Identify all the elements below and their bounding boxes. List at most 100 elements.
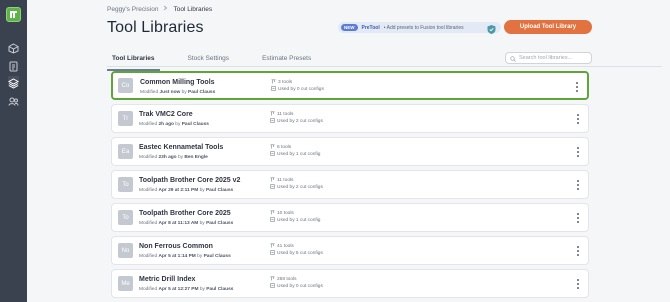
modified-when: Apr 5 at 1:14 PM [158,254,196,259]
modified-by: Paul Clauss [203,254,231,259]
tool-icon [271,79,276,86]
breadcrumb-root[interactable]: Peggy's Precision [107,6,158,13]
library-name[interactable]: Common Milling Tools [140,79,215,86]
upload-tool-library-button[interactable]: Upload Tool Library [504,20,592,34]
more-options-icon[interactable] [576,114,580,124]
modified-by: Paul Clauss [206,221,234,226]
library-modified: Modified Apr 8 at 11:13 AM by Paul Claus… [139,221,233,226]
more-options-icon[interactable] [575,82,579,92]
more-options-icon[interactable] [576,213,580,223]
document-icon[interactable] [8,59,19,72]
config-icon [270,250,275,257]
config-icon [270,184,275,191]
layers-icon[interactable] [7,76,20,89]
library-card[interactable]: No Non Ferrous Common Modified Apr 5 at … [111,236,589,265]
shield-icon[interactable] [486,22,497,34]
tab-stock-settings[interactable]: Stock Settings [183,53,235,67]
library-meta: 11 tools Used by 2 cut configs [270,177,323,191]
tool-count: 258 tools [277,277,297,282]
modified-when: Apr 5 at 12:27 PM [158,287,199,292]
more-options-icon[interactable] [576,147,580,157]
library-name[interactable]: Non Ferrous Common [139,243,213,250]
tool-icon [270,276,275,283]
library-card[interactable]: Tr Trak VMC2 Core Modified 2h ago by Pau… [111,104,589,133]
search-box[interactable] [505,52,592,64]
library-list: Co Common Milling Tools Modified Just no… [111,71,589,302]
modified-when: 23h ago [158,155,177,160]
breadcrumb: Peggy's Precision Tool Libraries [107,5,212,13]
more-options-icon[interactable] [576,246,580,256]
config-icon [271,86,276,93]
breadcrumb-current: Tool Libraries [173,5,213,13]
library-modified: Modified 23h ago by Ben Engle [139,155,208,160]
config-usage: Used by 2 cut configs [277,119,323,124]
library-card[interactable]: Me Metric Drill Index Modified Apr 5 at … [111,269,589,298]
logo-icon[interactable] [6,7,21,22]
tool-icon [270,177,275,184]
tab-tool-libraries[interactable]: Tool Libraries [107,53,160,71]
search-icon [510,49,516,67]
tool-icon [270,144,275,151]
page-title: Tool Libraries [107,19,204,36]
modified-prefix: Modified [139,287,158,292]
config-icon [270,118,275,125]
modified-when: Apr 8 at 11:13 AM [158,221,199,226]
library-meta: 11 tools Used by 2 cut configs [270,111,323,125]
modified-prefix: Modified [140,90,159,95]
tool-icon [270,111,275,118]
search-input[interactable] [519,55,589,61]
library-card[interactable]: Ea Eastec Kennametal Tools Modified 23h … [111,137,589,166]
library-avatar: Ea [118,144,133,159]
library-modified: Modified Apr 5 at 1:14 PM by Paul Clauss [139,254,231,259]
modified-by-word: by [177,155,184,160]
modified-by-word: by [181,90,187,95]
modified-by: Paul Clauss [206,287,234,292]
pretool-promo[interactable]: NEW PreTool • Add presets to Fusion tool… [338,22,501,33]
library-modified: Modified 2h ago by Paul Clauss [139,122,209,127]
library-card[interactable]: To Toolpath Brother Core 2025 v2 Modifie… [111,170,589,199]
library-meta: 6 tools Used by 1 cut config [270,144,320,158]
library-avatar: Me [118,276,133,291]
modified-when: 2h ago [158,122,174,127]
modified-by-word: by [199,188,205,193]
library-modified: Modified Just now by Paul Clauss [140,90,215,95]
library-name[interactable]: Eastec Kennametal Tools [139,144,223,151]
more-options-icon[interactable] [576,279,580,289]
config-icon [270,217,275,224]
library-modified: Modified Apr 5 at 12:27 PM by Paul Claus… [139,287,233,292]
modified-prefix: Modified [139,221,158,226]
more-options-icon[interactable] [576,180,580,190]
cube-icon[interactable] [8,41,19,54]
library-avatar: To [118,177,133,192]
library-avatar: No [118,243,133,258]
users-icon[interactable] [8,94,19,106]
tab-bar: Tool Libraries Stock Settings Estimate P… [107,53,339,71]
library-avatar: Tr [118,111,133,126]
config-usage: Used by 0 cut configs [278,87,324,92]
tool-icon [270,243,275,250]
library-name[interactable]: Toolpath Brother Core 2025 v2 [139,177,240,184]
library-modified: Modified Apr 29 at 2:11 PM by Paul Claus… [139,188,233,193]
chevron-right-icon [163,5,168,13]
config-usage: Used by 0 cut configs [277,284,323,289]
modified-prefix: Modified [139,155,158,160]
library-card[interactable]: To Toolpath Brother Core 2025 Modified A… [111,203,589,232]
library-meta: 258 tools Used by 0 cut configs [270,276,323,290]
tab-estimate-presets[interactable]: Estimate Presets [257,53,316,67]
modified-prefix: Modified [139,122,158,127]
library-card[interactable]: Co Common Milling Tools Modified Just no… [111,71,589,100]
config-usage: Used by 5 cut configs [277,251,323,256]
modified-by: Paul Clauss [205,188,234,193]
library-name[interactable]: Toolpath Brother Core 2025 [139,210,231,217]
tool-count: 3 tools [278,80,293,85]
tool-count: 6 tools [277,145,292,150]
tool-count: 41 tools [277,244,294,249]
config-usage: Used by 1 cut config [277,152,321,157]
side-rail [0,0,27,302]
tool-count: 11 tools [277,178,294,183]
modified-by-word: by [197,254,203,259]
library-name[interactable]: Trak VMC2 Core [139,111,193,118]
library-name[interactable]: Metric Drill Index [139,276,195,283]
config-icon [270,151,275,158]
promo-product: PreTool [361,24,380,31]
